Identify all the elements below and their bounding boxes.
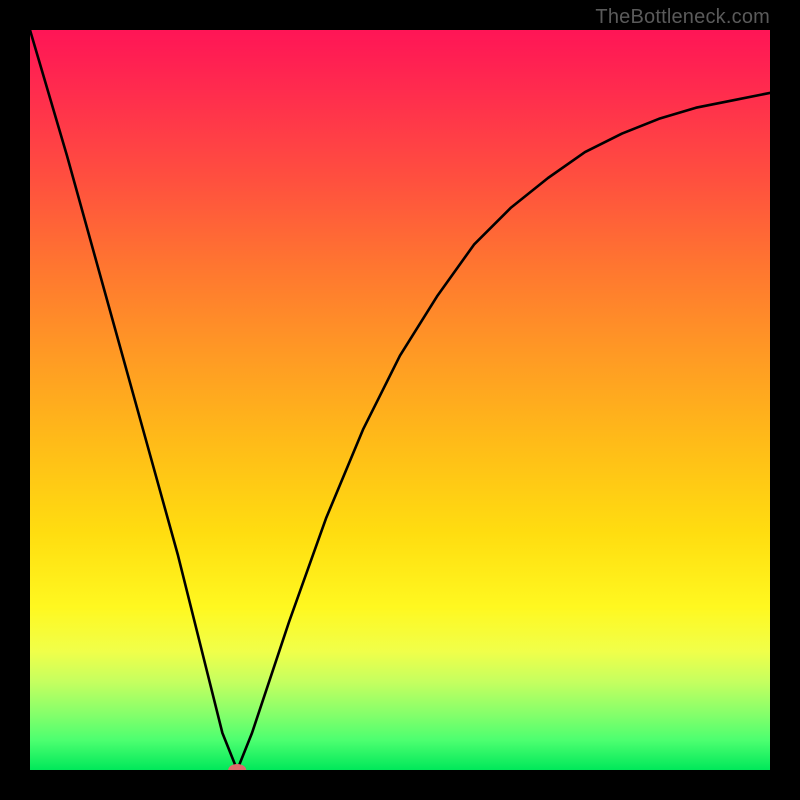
minimum-marker (228, 764, 246, 770)
attribution-label: TheBottleneck.com (595, 6, 770, 29)
marker-layer (228, 764, 246, 770)
chart-svg (30, 30, 770, 770)
plot-area (30, 30, 770, 770)
chart-frame: TheBottleneck.com (0, 0, 800, 800)
bottleneck-curve (30, 30, 770, 770)
curve-layer (30, 30, 770, 770)
